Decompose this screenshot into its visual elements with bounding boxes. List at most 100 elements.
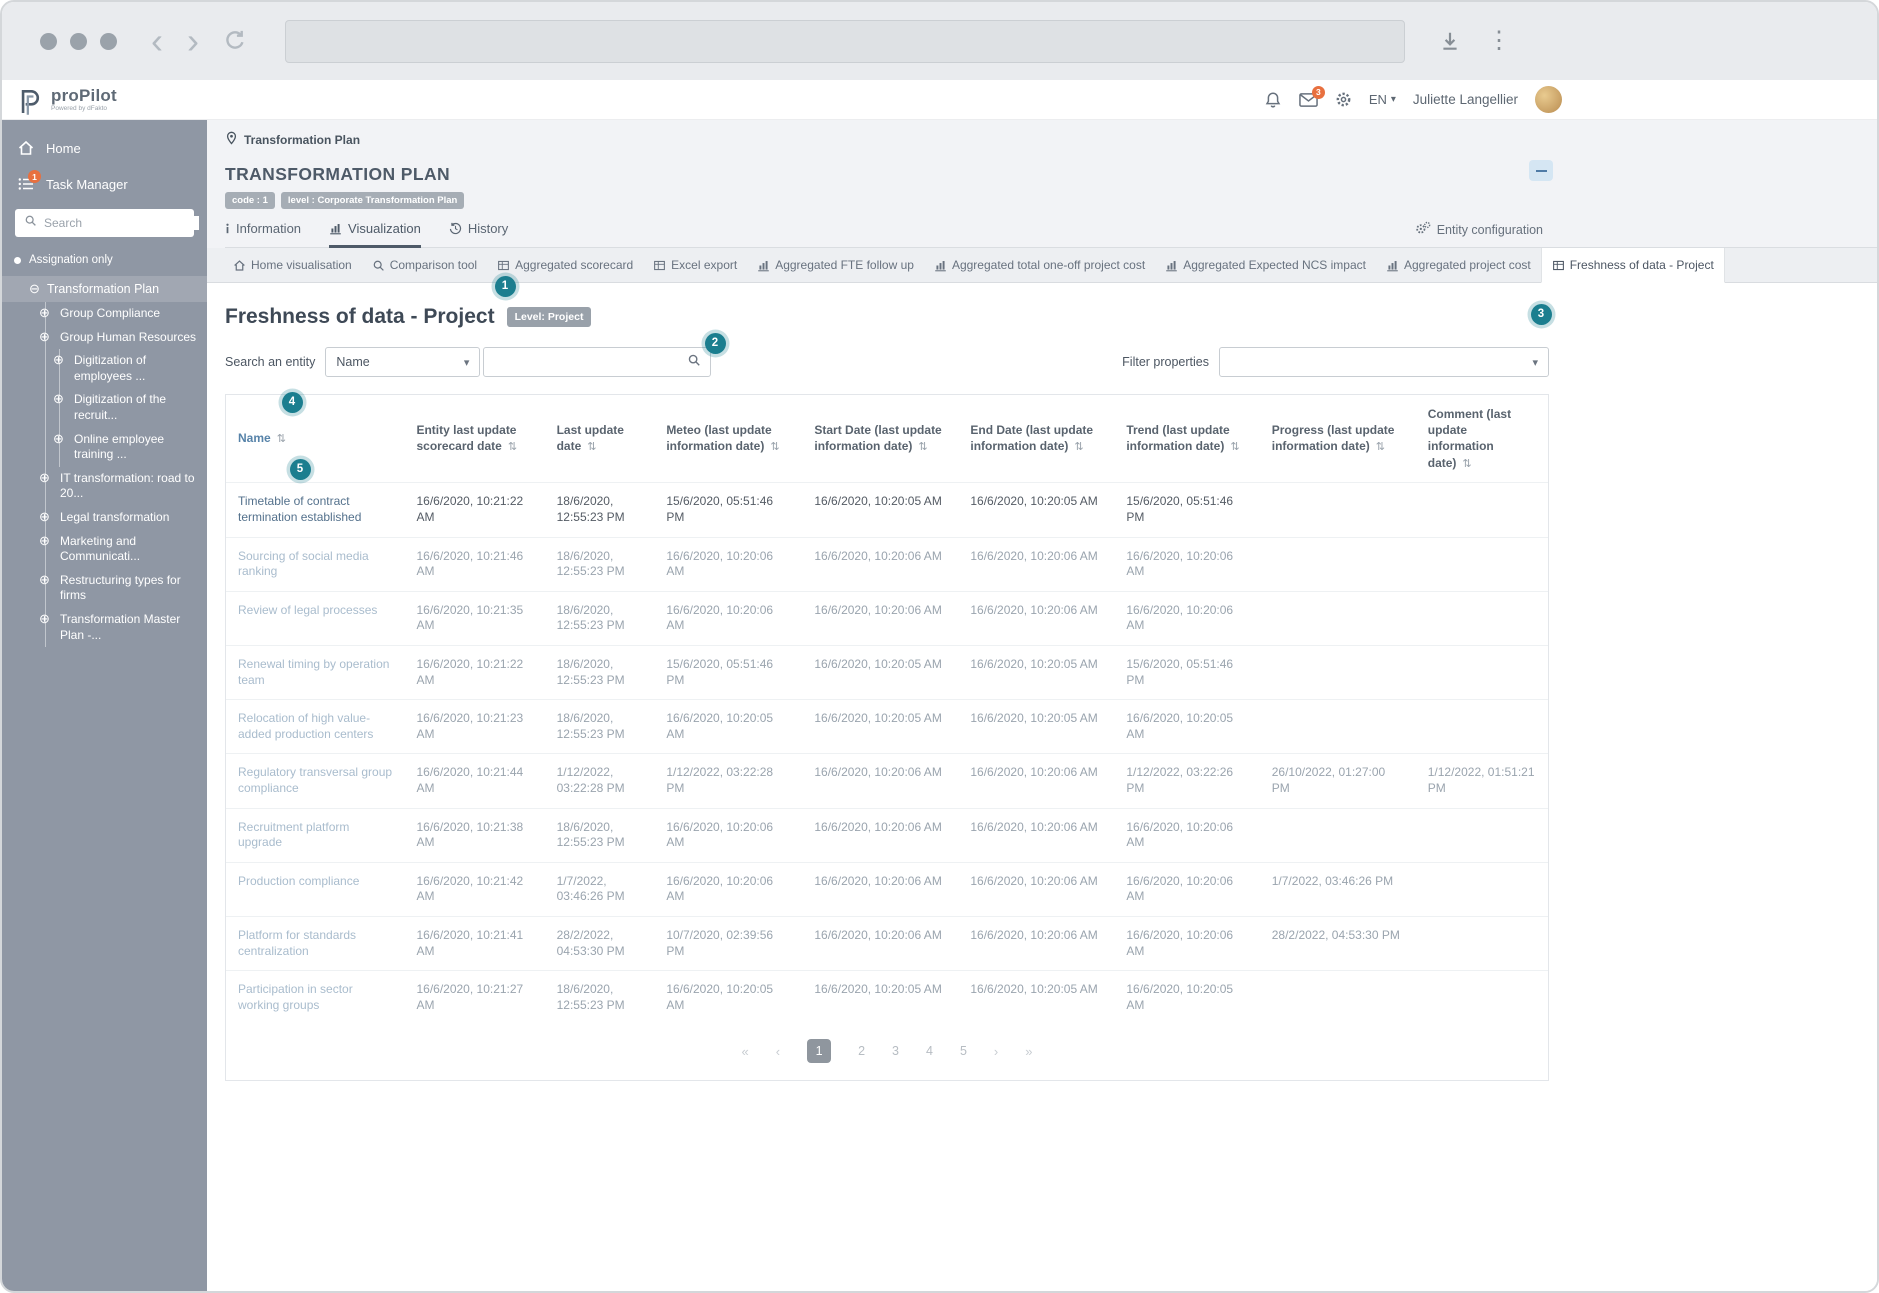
- table-row[interactable]: Production compliance16/6/2020, 10:21:42…: [226, 862, 1548, 916]
- expand-node-icon[interactable]: ⊕: [39, 470, 50, 487]
- forward-button[interactable]: ›: [187, 27, 199, 56]
- search-icon[interactable]: [687, 353, 701, 372]
- column-header[interactable]: End Date (last update information date)⇅: [958, 395, 1114, 483]
- download-icon[interactable]: [1439, 30, 1461, 52]
- collapse-node-icon[interactable]: ⊖: [29, 281, 40, 297]
- page-button-1[interactable]: 1: [807, 1039, 831, 1063]
- column-header[interactable]: Name⇅: [226, 395, 404, 483]
- search-field-select[interactable]: Name ▾: [325, 347, 480, 377]
- avatar[interactable]: [1535, 86, 1562, 113]
- tree-item[interactable]: ⊕Online employee training ...: [2, 428, 207, 467]
- sort-icon[interactable]: ⇅: [508, 441, 517, 453]
- breadcrumb[interactable]: Transformation Plan: [225, 131, 1877, 148]
- back-button[interactable]: ‹: [151, 27, 163, 56]
- first-page-button[interactable]: «: [742, 1044, 749, 1059]
- entity-name-link[interactable]: Production compliance: [226, 862, 404, 916]
- entity-name-link[interactable]: Renewal timing by operation team: [226, 645, 404, 699]
- gear-icon[interactable]: [1335, 91, 1352, 108]
- column-header[interactable]: Start Date (last update information date…: [802, 395, 958, 483]
- subtab-aggregated-fte-follow-up[interactable]: Aggregated FTE follow up: [747, 248, 924, 282]
- entity-search-input[interactable]: [493, 355, 687, 369]
- sidebar-item-home[interactable]: Home: [2, 130, 207, 166]
- entity-name-link[interactable]: Platform for standards centralization: [226, 916, 404, 970]
- expand-node-icon[interactable]: ⊕: [39, 533, 50, 550]
- expand-node-icon[interactable]: ⊕: [53, 391, 64, 408]
- entity-name-link[interactable]: Recruitment platform upgrade: [226, 808, 404, 862]
- mail-icon[interactable]: 3: [1299, 92, 1318, 108]
- sidebar-search-input[interactable]: [44, 216, 199, 230]
- expand-node-icon[interactable]: ⊕: [39, 611, 50, 628]
- tree-item[interactable]: ⊕Restructuring types for firms: [2, 569, 207, 608]
- table-row[interactable]: Regulatory transversal group compliance1…: [226, 754, 1548, 808]
- entity-name-link[interactable]: Relocation of high value-added productio…: [226, 700, 404, 754]
- expand-node-icon[interactable]: ⊕: [39, 329, 50, 346]
- collapse-panel-button[interactable]: [1529, 160, 1553, 181]
- subtab-freshness-of-data-project[interactable]: Freshness of data - Project: [1541, 248, 1725, 283]
- entity-name-link[interactable]: Review of legal processes: [226, 591, 404, 645]
- page-button-4[interactable]: 4: [926, 1044, 933, 1058]
- table-row[interactable]: Timetable of contract termination establ…: [226, 483, 1548, 537]
- page-button-2[interactable]: 2: [858, 1044, 865, 1058]
- tree-item[interactable]: ⊕Digitization of the recruit...: [2, 388, 207, 427]
- sidebar-item-task-manager[interactable]: 1 Task Manager: [2, 166, 207, 202]
- subtab-aggregated-expected-ncs-impact[interactable]: Aggregated Expected NCS impact: [1155, 248, 1376, 282]
- expand-node-icon[interactable]: ⊕: [39, 572, 50, 589]
- column-header[interactable]: Comment (last update information date)⇅: [1416, 395, 1548, 483]
- sort-icon[interactable]: ⇅: [1074, 441, 1083, 453]
- sidebar-search[interactable]: [15, 209, 194, 237]
- tree-item[interactable]: ⊕Marketing and Communicati...: [2, 530, 207, 569]
- tree-item[interactable]: ⊕IT transformation: road to 20...: [2, 467, 207, 506]
- expand-node-icon[interactable]: ⊕: [39, 305, 50, 322]
- column-header[interactable]: Trend (last update information date)⇅: [1114, 395, 1259, 483]
- column-header[interactable]: Last update date⇅: [545, 395, 655, 483]
- bell-icon[interactable]: [1264, 91, 1282, 109]
- column-header[interactable]: Entity last update scorecard date⇅: [404, 395, 544, 483]
- sort-icon[interactable]: ⇅: [918, 441, 927, 453]
- url-bar[interactable]: [285, 20, 1405, 63]
- refresh-icon[interactable]: [223, 29, 247, 53]
- sort-icon[interactable]: ⇅: [770, 441, 779, 453]
- table-row[interactable]: Relocation of high value-added productio…: [226, 700, 1548, 754]
- expand-node-icon[interactable]: ⊕: [39, 509, 50, 526]
- tree-root-transformation-plan[interactable]: ⊖ Transformation Plan: [2, 276, 207, 302]
- subtab-comparison-tool[interactable]: Comparison tool: [362, 248, 487, 282]
- assignation-toggle[interactable]: Assignation only: [2, 246, 207, 274]
- tree-item[interactable]: ⊕Group Compliance: [2, 302, 207, 326]
- tree-item[interactable]: ⊕Legal transformation: [2, 506, 207, 530]
- tab-visualization[interactable]: Visualization: [329, 221, 421, 248]
- entity-configuration-button[interactable]: Entity configuration: [1415, 221, 1543, 247]
- tree-item[interactable]: ⊕Transformation Master Plan -...: [2, 608, 207, 647]
- table-row[interactable]: Participation in sector working groups16…: [226, 971, 1548, 1025]
- propilot-logo[interactable]: proPilot Powered by dFakto: [17, 85, 117, 115]
- subtab-aggregated-project-cost[interactable]: Aggregated project cost: [1376, 248, 1541, 282]
- table-row[interactable]: Sourcing of social media ranking16/6/202…: [226, 537, 1548, 591]
- entity-name-link[interactable]: Sourcing of social media ranking: [226, 537, 404, 591]
- window-controls[interactable]: [40, 33, 117, 50]
- subtab-aggregated-total-one-off-project-cost[interactable]: Aggregated total one-off project cost: [924, 248, 1155, 282]
- sort-icon[interactable]: ⇅: [1462, 458, 1471, 470]
- next-page-button[interactable]: ›: [994, 1044, 998, 1059]
- sort-icon[interactable]: ⇅: [587, 441, 596, 453]
- entity-search-box[interactable]: [483, 347, 711, 377]
- sort-icon[interactable]: ⇅: [1230, 441, 1239, 453]
- column-header[interactable]: Meteo (last update information date)⇅: [654, 395, 802, 483]
- tree-item[interactable]: ⊕Group Human Resources: [2, 326, 207, 350]
- table-row[interactable]: Renewal timing by operation team16/6/202…: [226, 645, 1548, 699]
- browser-menu-icon[interactable]: ⋮: [1487, 29, 1511, 53]
- sort-icon[interactable]: ⇅: [277, 433, 286, 445]
- entity-name-link[interactable]: Regulatory transversal group compliance: [226, 754, 404, 808]
- entity-name-link[interactable]: Participation in sector working groups: [226, 971, 404, 1025]
- tree-item[interactable]: ⊕Digitization of employees ...: [2, 349, 207, 388]
- table-row[interactable]: Platform for standards centralization16/…: [226, 916, 1548, 970]
- table-row[interactable]: Review of legal processes16/6/2020, 10:2…: [226, 591, 1548, 645]
- subtab-excel-export[interactable]: Excel export: [643, 248, 747, 282]
- page-button-3[interactable]: 3: [892, 1044, 899, 1058]
- filter-properties-select[interactable]: ▾: [1219, 347, 1549, 377]
- sort-icon[interactable]: ⇅: [1376, 441, 1385, 453]
- column-header[interactable]: Progress (last update information date)⇅: [1260, 395, 1416, 483]
- expand-node-icon[interactable]: ⊕: [53, 352, 64, 369]
- entity-name-link[interactable]: Timetable of contract termination establ…: [226, 483, 404, 537]
- expand-node-icon[interactable]: ⊕: [53, 431, 64, 448]
- tab-history[interactable]: History: [449, 221, 508, 248]
- tab-information[interactable]: Information: [225, 221, 301, 248]
